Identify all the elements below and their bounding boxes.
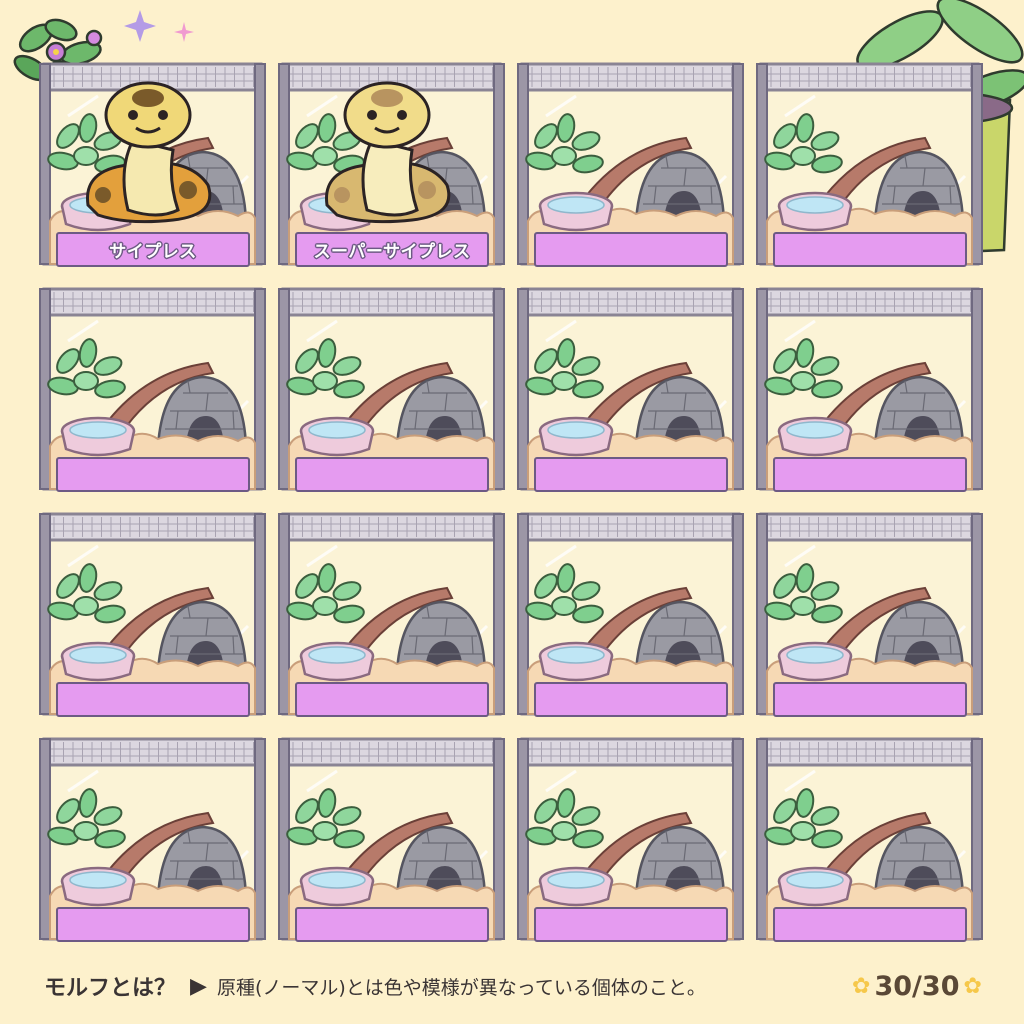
terrarium-slot[interactable]	[277, 281, 506, 499]
morph-name-label	[534, 907, 728, 942]
terrarium-slot[interactable]: スーパーサイプレス	[277, 56, 506, 274]
collection-counter: ✿ 30/30 ✿	[842, 965, 992, 1007]
sparkle-icon	[124, 10, 194, 42]
morph-name-label: サイプレス	[56, 232, 250, 267]
morph-name-label	[295, 457, 489, 492]
morph-name-label	[56, 682, 250, 717]
terrarium-slot[interactable]	[516, 56, 745, 274]
footer-question: モルフとは？	[44, 976, 177, 1001]
tank-grid: サイプレス スーパーサイプレス	[38, 56, 984, 949]
morph-name-label	[773, 682, 967, 717]
morph-name-label	[773, 232, 967, 267]
morph-name-label	[773, 907, 967, 942]
morph-name-label	[295, 907, 489, 942]
terrarium-slot[interactable]	[755, 281, 984, 499]
terrarium-slot[interactable]	[516, 506, 745, 724]
morph-name-label	[534, 457, 728, 492]
terrarium-slot[interactable]	[755, 731, 984, 949]
terrarium-slot[interactable]	[516, 731, 745, 949]
counter-text: 30/30	[874, 970, 960, 1002]
terrarium-slot[interactable]	[38, 731, 267, 949]
morph-name-label	[773, 457, 967, 492]
morph-name-label: スーパーサイプレス	[295, 232, 489, 267]
morph-name-label	[534, 232, 728, 267]
terrarium-slot[interactable]	[277, 506, 506, 724]
play-arrow-icon: ▶	[190, 973, 207, 999]
terrarium-slot[interactable]: サイプレス	[38, 56, 267, 274]
footer-explanation: 原種(ノーマル)とは色や模様が異なっている個体のこと。	[216, 976, 706, 999]
flower-icon: ✿	[963, 973, 982, 999]
terrarium-slot[interactable]	[38, 281, 267, 499]
terrarium-slot[interactable]	[277, 731, 506, 949]
terrarium-slot[interactable]	[755, 56, 984, 274]
morph-name-label	[534, 682, 728, 717]
morph-name-label	[56, 907, 250, 942]
ball-python-icon	[86, 81, 212, 224]
terrarium-slot[interactable]	[38, 506, 267, 724]
terrarium-slot[interactable]	[516, 281, 745, 499]
flower-icon: ✿	[852, 973, 871, 999]
morph-name-label	[56, 457, 250, 492]
terrarium-slot[interactable]	[755, 506, 984, 724]
ball-python-icon	[325, 81, 451, 224]
morph-name-label	[295, 682, 489, 717]
